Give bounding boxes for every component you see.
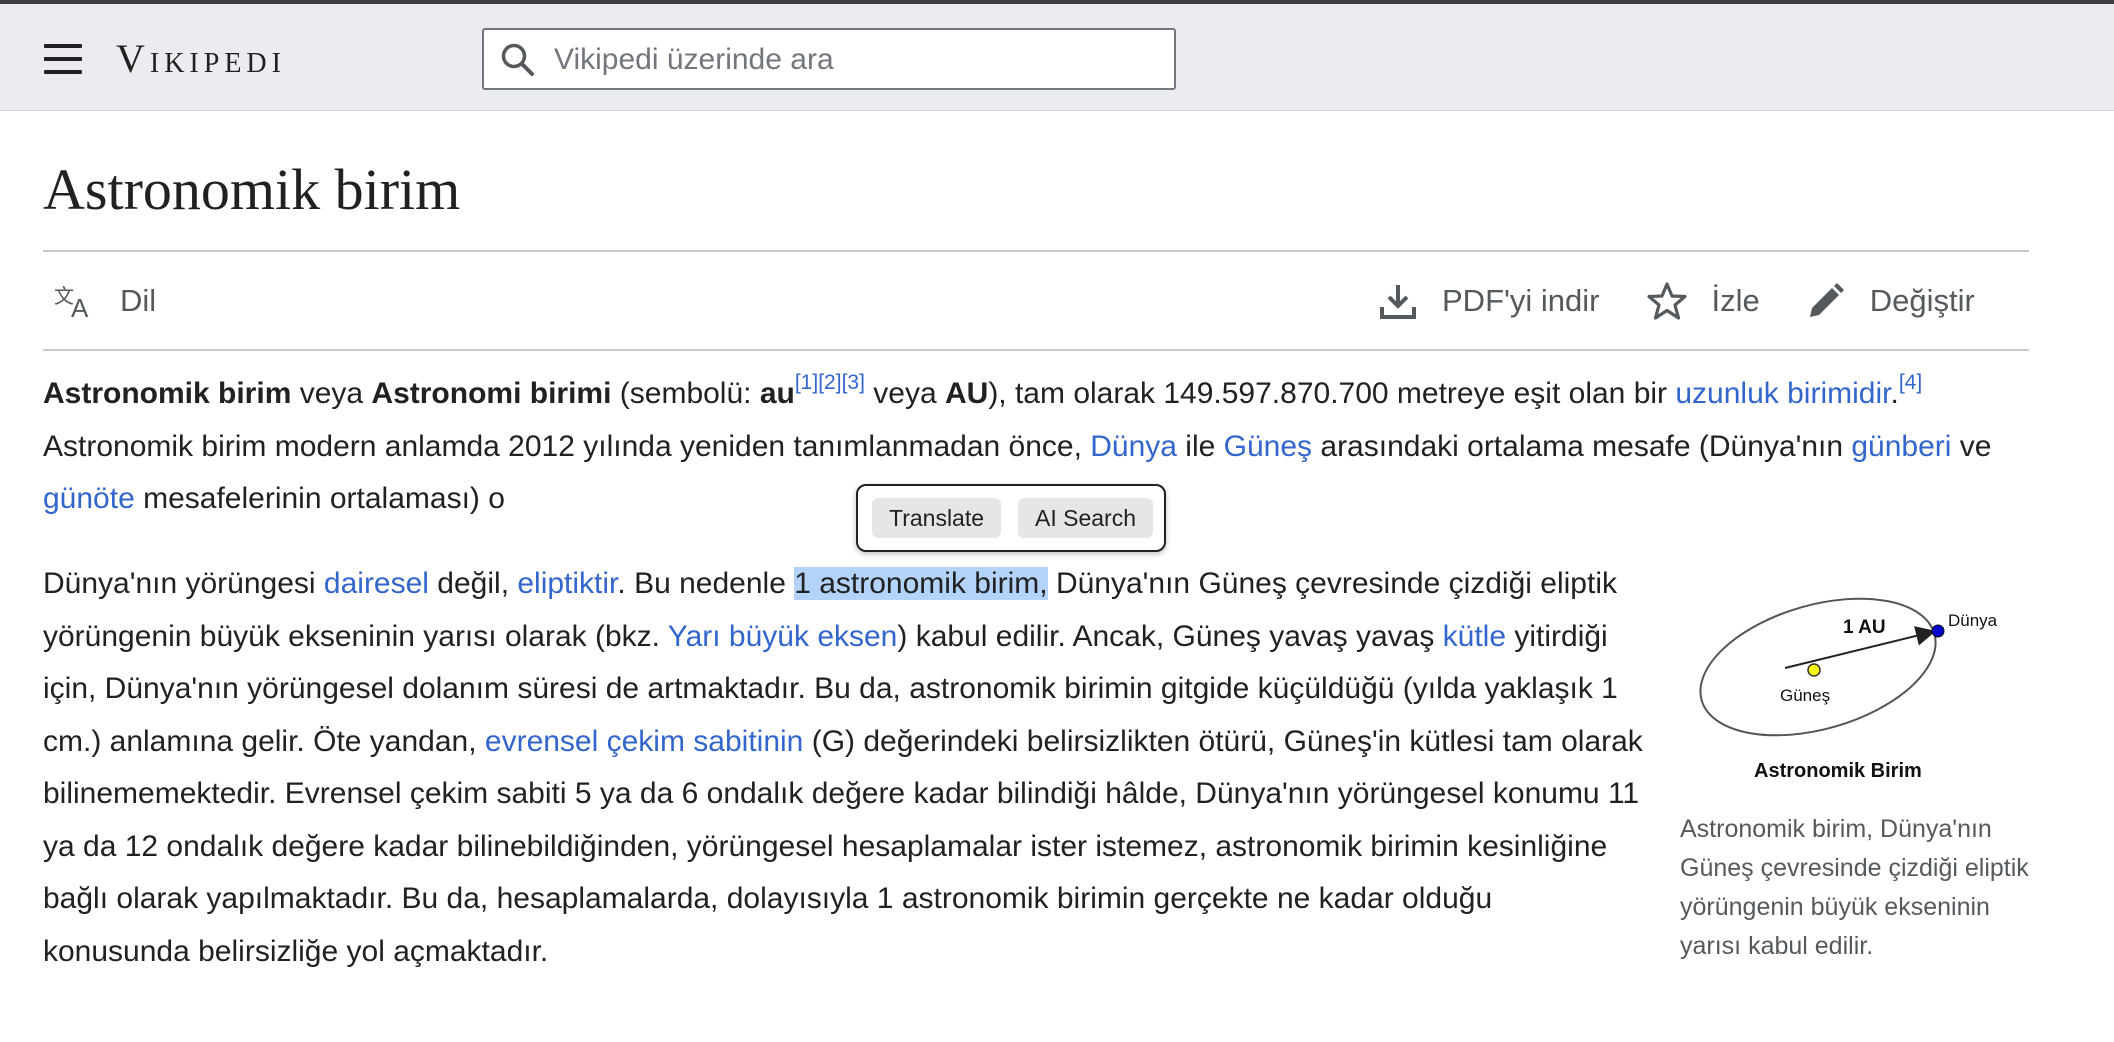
figure-caption: Astronomik birim, Dünya'nın Güneş çevres… [1680, 815, 2029, 960]
selected-text[interactable]: 1 astronomik birim, [794, 567, 1048, 600]
wiki-link-yari-buyuk-eksen[interactable]: Yarı büyük eksen [668, 620, 898, 653]
text-run: Dünya'nın yörüngesi [43, 567, 324, 600]
text-run: ), tam olarak 149.597.870.700 metreye eş… [988, 377, 1676, 410]
download-pdf-label: PDF'yi indir [1442, 283, 1600, 318]
text-run: (sembolü: [611, 377, 760, 410]
main-menu-icon[interactable] [44, 44, 82, 74]
title-divider [43, 250, 2029, 252]
wiki-link-dairesel[interactable]: dairesel [324, 567, 429, 600]
watch-button[interactable]: İzle [1646, 281, 1760, 321]
bold-term: Astronomik birim [43, 377, 292, 410]
edit-button[interactable]: Değiştir [1806, 281, 1975, 321]
site-logo[interactable]: Vikipedi [116, 34, 286, 84]
search-input[interactable] [552, 38, 1156, 82]
wiki-link-evrensel-cekim-sabiti[interactable]: evrensel çekim sabitinin [485, 725, 803, 758]
selection-popup: Translate AI Search [856, 484, 1166, 552]
wiki-link-gunberi[interactable]: günberi [1851, 430, 1951, 463]
edit-label: Değiştir [1869, 283, 1975, 318]
text-run: . Bu nedenle [617, 567, 795, 600]
reference-link[interactable]: [2] [818, 371, 841, 394]
orbit-paragraph: Dünya'nın yörüngesi dairesel değil, elip… [43, 558, 1643, 978]
text-run: Astronomik birim modern anlamda 2012 yıl… [43, 429, 1091, 463]
sun-marker [1807, 663, 1821, 677]
wiki-link-dunya[interactable]: Dünya [1090, 430, 1177, 463]
text-run: ) kabul edilir. Ancak, Güneş yavaş yavaş [897, 619, 1443, 653]
text-run: veya [864, 377, 945, 410]
toolbar-right: PDF'yi indir İzle Değiştir [1378, 270, 1975, 332]
text-run: değil, [428, 567, 518, 600]
sun-label: Güneş [1780, 686, 1830, 705]
earth-marker [1931, 624, 1945, 638]
bold-term: AU [944, 377, 989, 410]
search-icon [501, 43, 534, 76]
text-run: . [1890, 377, 1899, 410]
text-run: (G) değerindeki belirsizlikten ötürü, Gü… [43, 724, 1643, 968]
reference-link[interactable]: [1] [795, 371, 818, 394]
pencil-icon [1809, 283, 1844, 317]
language-button[interactable]: 文 A Dil [54, 283, 156, 319]
page-title: Astronomik birim [43, 157, 461, 222]
text-run: veya [291, 377, 372, 410]
site-header: Vikipedi [0, 4, 2114, 111]
download-pdf-button[interactable]: PDF'yi indir [1378, 281, 1600, 321]
text-run: ve [1951, 429, 1992, 463]
language-icon: 文 A [54, 284, 89, 319]
bold-term: au [759, 377, 795, 410]
reference-link[interactable]: [3] [842, 371, 865, 394]
wiki-link-uzunluk-birimi[interactable]: uzunluk birimidir [1675, 377, 1890, 410]
svg-text:A: A [71, 293, 89, 319]
toolbar-left: 文 A Dil [54, 270, 156, 332]
search-box[interactable] [482, 28, 1176, 90]
wiki-link-kutle[interactable]: kütle [1443, 620, 1506, 653]
ai-search-button[interactable]: AI Search [1018, 498, 1153, 538]
wiki-link-gunes[interactable]: Güneş [1224, 430, 1312, 463]
reference-link[interactable]: [4] [1899, 371, 1922, 394]
language-label: Dil [120, 283, 157, 318]
toolbar-divider [43, 349, 2029, 351]
star-icon [1646, 282, 1687, 320]
orbit-diagram[interactable]: 1 AU Dünya Güneş Astronomik Birim [1680, 590, 2040, 790]
wiki-link-eliptik[interactable]: eliptiktir [517, 567, 617, 600]
translate-button[interactable]: Translate [872, 498, 1002, 538]
earth-label: Dünya [1948, 611, 1998, 630]
wiki-link-gunote[interactable]: günöte [43, 482, 135, 515]
text-run: arasındaki ortalama mesafe (Dünya'nın [1312, 429, 1852, 463]
text-run: mesafelerinin ortalaması) o [134, 482, 505, 515]
text-run: ile [1176, 429, 1224, 463]
bold-term: Astronomi birimi [371, 377, 612, 410]
au-label: 1 AU [1843, 617, 1886, 638]
figure-title: Astronomik Birim [1754, 760, 1922, 782]
download-icon [1380, 285, 1416, 319]
watch-label: İzle [1711, 283, 1760, 318]
